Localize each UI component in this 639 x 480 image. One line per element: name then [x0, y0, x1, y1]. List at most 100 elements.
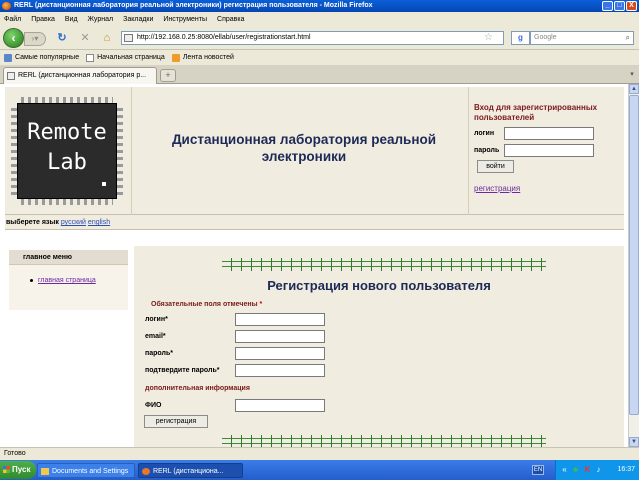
- logo-dot: [102, 182, 106, 186]
- tab-bar: RERL (дистанционная лаборатория р... + ▾: [0, 65, 639, 84]
- bookmarks-toolbar: Самые популярные Начальная страница Лент…: [0, 50, 639, 65]
- language-indicator[interactable]: EN: [532, 465, 544, 475]
- taskbar: Пуск Documents and Settings RERL (дистан…: [0, 460, 639, 480]
- menu-help[interactable]: Справка: [217, 16, 244, 23]
- bookmark-most-visited[interactable]: Самые популярные: [4, 53, 80, 62]
- forward-button[interactable]: ›▾: [24, 32, 46, 46]
- menu-bookmarks[interactable]: Закладки: [123, 16, 153, 23]
- menu-edit[interactable]: Правка: [31, 16, 55, 23]
- form-title: Регистрация нового пользователя: [267, 278, 491, 293]
- logo-text-line1: Remote: [27, 120, 107, 145]
- tab-active[interactable]: RERL (дистанционная лаборатория р...: [3, 67, 157, 84]
- language-bar: выберете язык русский english: [5, 215, 624, 230]
- search-input[interactable]: Google ⌕: [530, 31, 634, 45]
- scroll-down-icon[interactable]: ▼: [629, 437, 639, 447]
- windows-flag-icon: [3, 466, 10, 473]
- bookmark-label: Начальная страница: [97, 54, 165, 61]
- navigation-toolbar: ‹ ›▾ ↻ ✕ ⌂ http://192.168.0.25:8080/ella…: [0, 26, 639, 50]
- clock: 16:37: [617, 466, 635, 473]
- magnifier-icon[interactable]: ⌕: [626, 32, 630, 44]
- rss-icon: [171, 53, 180, 62]
- antivirus-icon[interactable]: K: [583, 465, 592, 474]
- register-submit-button[interactable]: регистрация: [144, 415, 208, 428]
- circuit-decoration: [222, 435, 546, 447]
- bookmark-label: Самые популярные: [15, 54, 80, 61]
- language-russian-link[interactable]: русский: [61, 219, 86, 226]
- chip-pins: [21, 199, 113, 205]
- bookmark-news-feed[interactable]: Лента новостей: [171, 53, 234, 62]
- tray-expand-icon[interactable]: «: [560, 465, 569, 474]
- url-bar[interactable]: http://192.168.0.25:8080/ellab/user/regi…: [121, 31, 504, 45]
- language-label: выберете язык: [6, 219, 59, 226]
- back-button[interactable]: ‹: [3, 28, 24, 48]
- language-english-link[interactable]: english: [88, 219, 110, 226]
- firefox-icon: [2, 2, 11, 10]
- taskbar-item-firefox[interactable]: RERL (дистанциона...: [138, 463, 243, 478]
- password-row: пароль: [474, 144, 624, 157]
- field-label: логин*: [145, 316, 168, 323]
- folder-icon: [41, 468, 49, 475]
- login-input[interactable]: [504, 127, 594, 140]
- scrollbar-thumb[interactable]: [629, 95, 639, 415]
- register-link[interactable]: регистрация: [474, 184, 624, 193]
- full-name-field[interactable]: [235, 399, 325, 412]
- new-tab-button[interactable]: +: [160, 69, 176, 82]
- field-email: email*: [145, 330, 325, 343]
- stop-icon[interactable]: ✕: [78, 31, 92, 45]
- login-field[interactable]: [235, 313, 325, 326]
- start-label: Пуск: [12, 465, 31, 474]
- menu-tools[interactable]: Инструменты: [163, 16, 207, 23]
- scroll-up-icon[interactable]: ▲: [629, 84, 639, 94]
- bookmark-label: Лента новостей: [182, 54, 234, 61]
- search-engine-icon[interactable]: g: [511, 31, 530, 45]
- sidebar-item-label[interactable]: главная страница: [38, 277, 96, 284]
- additional-info-heading: дополнительная информация: [145, 385, 250, 392]
- login-label: логин: [474, 130, 495, 137]
- url-text: http://192.168.0.25:8080/ellab/user/regi…: [137, 34, 311, 41]
- page-icon: [86, 53, 95, 62]
- vertical-scrollbar[interactable]: ▲ ▼: [628, 84, 639, 447]
- login-row: логин: [474, 127, 624, 140]
- field-confirm-password: подтвердите пароль*: [145, 364, 325, 377]
- password-input[interactable]: [504, 144, 594, 157]
- chip-pins: [117, 107, 123, 195]
- logo-chip: Remote Lab: [17, 103, 117, 199]
- volume-icon[interactable]: ♪: [594, 465, 603, 474]
- taskbar-item-explorer[interactable]: Documents and Settings: [37, 463, 135, 478]
- password-field[interactable]: [235, 347, 325, 360]
- field-label: ФИО: [145, 402, 162, 409]
- menu-file[interactable]: Файл: [4, 16, 21, 23]
- field-full-name: ФИО: [145, 399, 325, 412]
- minimize-button[interactable]: _: [602, 1, 613, 11]
- bookmark-folder-icon: [4, 53, 12, 62]
- start-button[interactable]: Пуск: [0, 461, 36, 479]
- reload-icon[interactable]: ↻: [55, 31, 69, 45]
- menu-view[interactable]: Вид: [65, 16, 78, 23]
- bookmark-start-page[interactable]: Начальная страница: [86, 53, 165, 62]
- close-button[interactable]: X: [626, 1, 637, 11]
- menu-bar: Файл Правка Вид Журнал Закладки Инструме…: [0, 12, 639, 26]
- field-label: email*: [145, 333, 166, 340]
- network-icon[interactable]: ♣: [571, 465, 580, 474]
- login-button[interactable]: войти: [477, 160, 514, 173]
- tab-list-icon[interactable]: ▾: [627, 70, 637, 80]
- sidebar-heading: главное меню: [9, 250, 128, 265]
- menu-history[interactable]: Журнал: [88, 16, 114, 23]
- sidebar-item-home[interactable]: главная страница: [30, 277, 128, 284]
- circuit-decoration: [222, 258, 546, 271]
- site-title: Дистанционная лаборатория реальной элект…: [171, 132, 437, 164]
- home-icon[interactable]: ⌂: [100, 31, 114, 45]
- page-favicon-icon: [124, 34, 133, 42]
- window-controls: _ □ X: [602, 1, 637, 11]
- confirm-password-field[interactable]: [235, 364, 325, 377]
- task-label: RERL (дистанциона...: [153, 468, 224, 475]
- email-field[interactable]: [235, 330, 325, 343]
- field-label: пароль*: [145, 350, 173, 357]
- system-tray: EN « ♣ K ♪ 16:37: [532, 460, 639, 480]
- bookmark-star-icon[interactable]: ☆: [484, 31, 493, 45]
- maximize-button[interactable]: □: [614, 1, 625, 11]
- site-header: Remote Lab Дистанционная лаборатория реа…: [5, 87, 624, 215]
- password-label: пароль: [474, 147, 500, 154]
- status-bar: Готово: [0, 447, 639, 460]
- header-divider: [131, 87, 132, 215]
